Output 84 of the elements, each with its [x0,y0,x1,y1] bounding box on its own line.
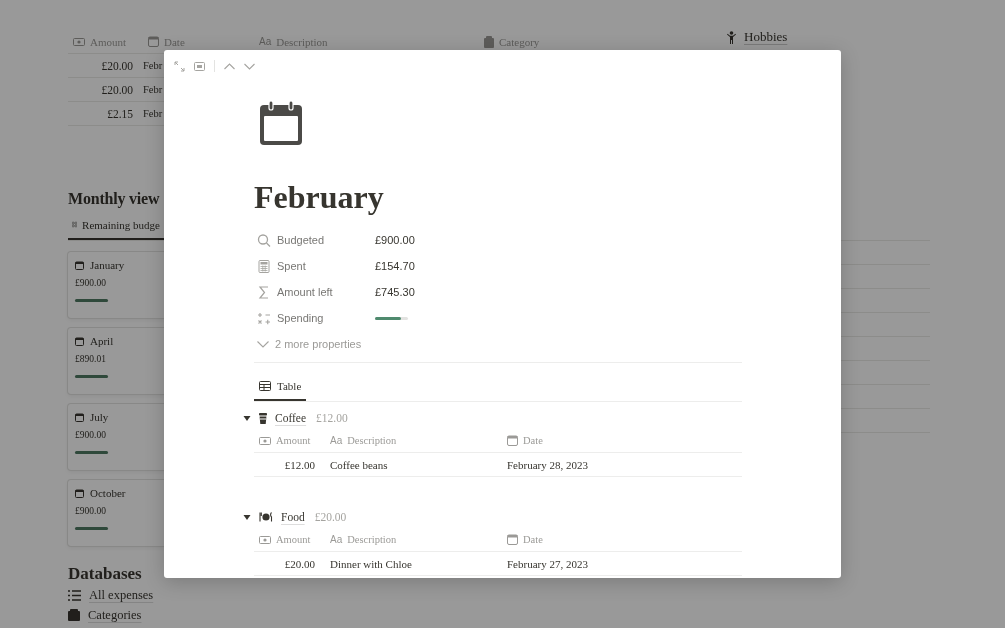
text-type-icon: Aa [259,36,272,47]
banknote-icon [259,435,271,446]
property-value[interactable]: £745.30 [375,286,415,298]
date-cell: February 27, 2023 [507,557,588,570]
group-name[interactable]: Coffee [275,412,307,424]
column-header[interactable]: Amount [276,435,311,446]
property-label[interactable]: Spending [277,312,324,324]
property-label[interactable]: Amount left [277,286,333,298]
card-amount: £900.00 [75,278,107,288]
amount-cell: £20.00 [101,83,133,96]
month-card[interactable]: July £900.00 [68,404,228,470]
calendar-icon [75,336,84,346]
calendar-icon [148,36,159,47]
group-name[interactable]: Food [281,511,305,523]
text-type-icon: Aa [330,435,343,446]
text-type-icon: Aa [330,534,343,545]
amount-cell: £2.15 [107,107,133,120]
amount-cell: £12.00 [284,458,315,471]
month-card[interactable]: April £890.01 [68,328,228,394]
card-title: October [90,487,126,499]
date-cell: Febr [143,60,163,71]
toggle-icon[interactable] [243,513,251,521]
list-icon [68,589,81,601]
view-tab[interactable]: Table [254,373,307,401]
card-amount: £900.00 [75,430,107,440]
more-properties-toggle[interactable]: 2 more properties [275,338,362,350]
cabinet-icon [68,609,80,621]
month-card[interactable]: October £900.00 [68,480,228,546]
card-amount: £890.01 [75,354,107,364]
database-link[interactable]: Categories [88,607,142,623]
page-title: February [254,178,385,217]
group-total: £12.00 [316,412,348,424]
calendar-icon[interactable] [260,101,302,145]
cup-icon [259,412,267,424]
date-cell: Febr [143,108,163,119]
peek-mode-icon[interactable] [194,61,205,71]
page-link[interactable]: Hobbies [744,29,788,45]
sigma-icon [257,285,271,299]
table-icon [259,381,271,391]
plate-cutlery-icon [259,512,273,522]
calendar-icon [75,260,84,270]
person-icon [727,30,736,44]
calendar-icon [507,435,518,446]
property-label[interactable]: Budgeted [277,234,325,246]
bag-icon [484,35,494,48]
description-cell: Dinner with Chloe [330,557,412,570]
section-heading: Databases [68,563,142,585]
column-header[interactable]: Date [523,534,543,545]
property-value[interactable]: £900.00 [375,234,415,246]
date-cell: Febr [143,84,163,95]
calculator-icon [257,259,271,273]
chevron-up-icon[interactable] [224,62,235,70]
card-title: April [90,335,114,347]
gallery-icon [72,219,78,230]
expand-icon[interactable] [174,60,185,72]
column-header[interactable]: Description [347,534,397,545]
date-cell: February 28, 2023 [507,458,588,471]
card-title: July [90,411,109,423]
group-total: £20.00 [314,511,347,523]
description-cell: Coffee beans [330,458,388,471]
calendar-icon [75,412,84,422]
banknote-icon [73,36,85,47]
toggle-icon[interactable] [243,414,251,422]
property-value[interactable]: £154.70 [375,260,415,272]
chevron-down-icon[interactable] [244,62,255,70]
card-title: January [90,259,125,271]
column-header[interactable]: Amount [276,534,311,545]
column-header[interactable]: Amount [90,35,127,48]
amount-cell: £20.00 [284,557,315,570]
column-header[interactable]: Date [523,435,543,446]
column-header[interactable]: Description [347,435,397,446]
calendar-icon [507,534,518,545]
search-icon [257,233,271,247]
month-card[interactable]: January £900.00 [68,252,228,318]
formula-icon [257,311,271,325]
section-heading: Monthly view [68,189,160,210]
card-amount: £900.00 [75,506,107,516]
database-link[interactable]: All expenses [89,587,154,603]
property-label[interactable]: Spent [277,260,306,272]
banknote-icon [259,534,271,545]
amount-cell: £20.00 [101,59,133,72]
calendar-icon [75,488,84,498]
chevron-down-icon [257,340,269,348]
column-header[interactable]: Date [164,35,185,48]
